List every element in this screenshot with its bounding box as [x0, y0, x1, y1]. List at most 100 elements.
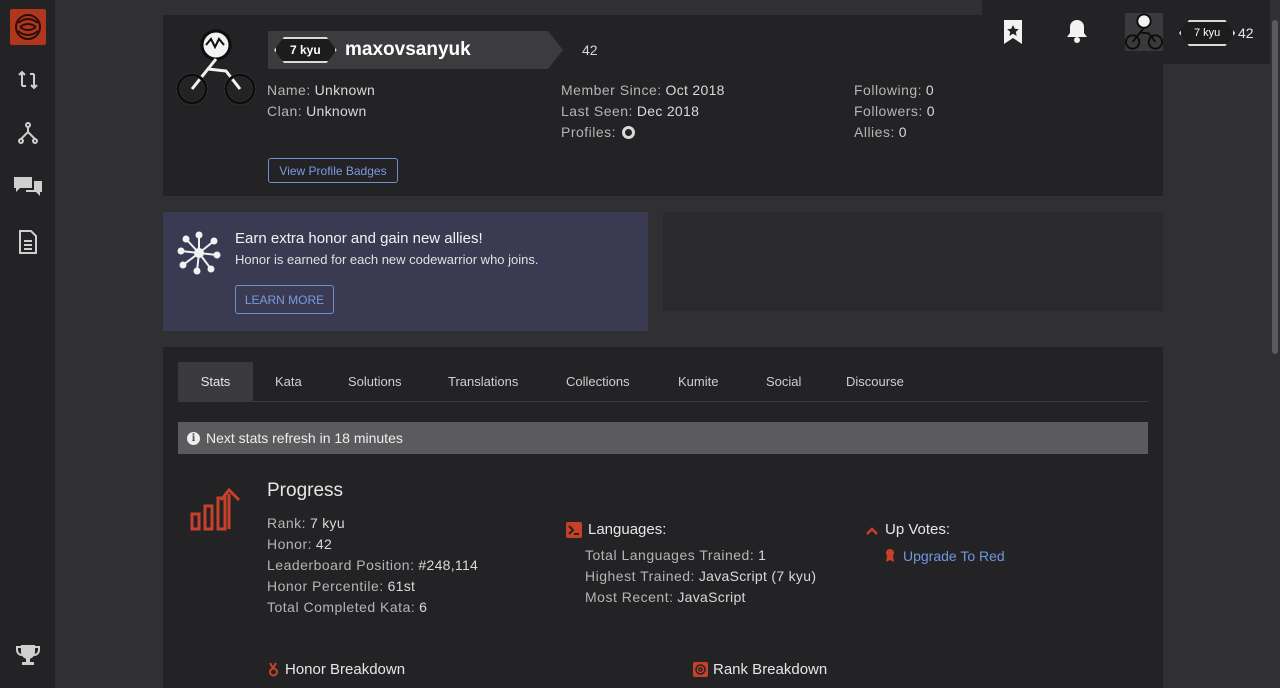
tab-label: Social	[766, 374, 802, 389]
stats-refresh-notice: i Next stats refresh in 18 minutes	[178, 422, 1148, 454]
clan-value: Unknown	[306, 103, 367, 119]
profiles-row: Profiles:	[561, 124, 635, 140]
avatar[interactable]	[176, 29, 256, 107]
page-scrollbar[interactable]	[1270, 0, 1280, 688]
name-label: Name:	[267, 82, 311, 98]
tab-label: Kumite	[678, 374, 719, 389]
username-header: 7 kyu maxovsanyuk	[268, 31, 563, 69]
rank-row: Rank: 7 kyu	[267, 515, 345, 531]
view-profile-badges-button[interactable]: View Profile Badges	[268, 158, 398, 183]
tab-stats[interactable]: Stats	[178, 362, 253, 401]
percentile-label: Honor Percentile:	[267, 578, 384, 594]
medal-icon	[268, 662, 279, 682]
progress-chart-icon	[189, 486, 243, 537]
upvotes-title: Up Votes:	[885, 521, 951, 538]
tab-solutions[interactable]: Solutions	[348, 362, 401, 401]
practice-icon[interactable]	[10, 62, 46, 98]
top-bar: 7 kyu 42	[982, 0, 1270, 64]
completed-label: Total Completed Kata:	[267, 599, 416, 615]
info-icon: i	[187, 431, 200, 445]
allies-row[interactable]: Allies: 0	[854, 124, 907, 140]
tab-social[interactable]: Social	[766, 362, 801, 401]
recent-value: JavaScript	[677, 589, 746, 605]
honor-value: 42	[315, 536, 333, 552]
trained-label: Total Languages Trained:	[585, 547, 755, 563]
tab-label: Translations	[448, 374, 519, 389]
honor-breakdown-title: Honor Breakdown	[285, 661, 406, 678]
followers-row[interactable]: Followers: 0	[854, 103, 935, 119]
award-icon	[885, 548, 895, 567]
honor-row: Honor: 42	[267, 536, 332, 552]
learn-more-button[interactable]: LEARN MORE	[235, 285, 334, 314]
rank-value: 7 kyu	[309, 515, 345, 531]
bell-icon[interactable]	[1065, 18, 1089, 49]
tab-collections[interactable]: Collections	[566, 362, 630, 401]
topbar-rank-badge[interactable]: 7 kyu	[1179, 20, 1235, 46]
chevron-up-icon	[865, 524, 879, 542]
following-row[interactable]: Following: 0	[854, 82, 934, 98]
rank-badge: 7 kyu	[274, 37, 337, 63]
username: maxovsanyuk	[345, 39, 471, 60]
bookmark-icon[interactable]	[1003, 19, 1023, 50]
promo-subtitle: Honor is earned for each new codewarrior…	[235, 252, 539, 267]
allies-label: Allies:	[854, 124, 895, 140]
tab-label: Kata	[275, 374, 302, 389]
percentile-row: Honor Percentile: 61st	[267, 578, 415, 594]
highest-trained-row: Highest Trained: JavaScript (7 kyu)	[585, 568, 816, 584]
scrollbar-thumb[interactable]	[1272, 20, 1278, 354]
leaderboard-value: #248,114	[418, 557, 479, 573]
sidebar	[0, 0, 55, 688]
honor-label: Honor:	[267, 536, 313, 552]
languages-trained-row: Total Languages Trained: 1	[585, 547, 766, 563]
recent-label: Most Recent:	[585, 589, 674, 605]
languages-title: Languages:	[588, 521, 667, 538]
following-label: Following:	[854, 82, 923, 98]
member-since-row: Member Since: Oct 2018	[561, 82, 725, 98]
sponsor-panel	[663, 212, 1163, 311]
user-avatar-small[interactable]	[1125, 13, 1163, 51]
github-icon[interactable]	[621, 126, 635, 139]
docs-icon[interactable]	[10, 224, 46, 260]
profiles-label: Profiles:	[561, 124, 617, 140]
topbar-honor: 42	[1238, 25, 1254, 41]
tab-label: Discourse	[846, 374, 904, 389]
followers-label: Followers:	[854, 103, 923, 119]
completed-value: 6	[419, 599, 428, 615]
tab-kata[interactable]: Kata	[275, 362, 302, 401]
last-seen-label: Last Seen:	[561, 103, 633, 119]
following-value: 0	[925, 82, 935, 98]
clan-label: Clan:	[267, 103, 303, 119]
leaderboard-label: Leaderboard Position:	[267, 557, 415, 573]
followers-value: 0	[926, 103, 935, 119]
tab-translations[interactable]: Translations	[448, 362, 518, 401]
last-seen-row: Last Seen: Dec 2018	[561, 103, 699, 119]
highest-label: Highest Trained:	[585, 568, 695, 584]
last-seen-value: Dec 2018	[636, 103, 700, 119]
honor-count: 42	[582, 42, 598, 58]
highest-value: JavaScript (7 kyu)	[698, 568, 817, 584]
trophy-icon[interactable]	[10, 637, 46, 673]
name-value: Unknown	[314, 82, 376, 98]
fork-icon[interactable]	[10, 115, 46, 151]
clan-row: Clan: Unknown	[267, 103, 367, 119]
referral-promo: Earn extra honor and gain new allies! Ho…	[163, 212, 648, 331]
profile-tabs: Stats Kata Solutions Translations Collec…	[178, 362, 1148, 402]
member-since-value: Oct 2018	[665, 82, 725, 98]
most-recent-row: Most Recent: JavaScript	[585, 589, 746, 605]
tab-label: Stats	[200, 374, 231, 389]
promo-title: Earn extra honor and gain new allies!	[235, 230, 483, 247]
member-since-label: Member Since:	[561, 82, 662, 98]
upgrade-to-red-link[interactable]: Upgrade To Red	[903, 548, 1005, 564]
tab-label: Solutions	[348, 374, 402, 389]
codewars-logo[interactable]	[10, 9, 46, 45]
tab-discourse[interactable]: Discourse	[846, 362, 904, 401]
target-icon	[693, 662, 708, 677]
progress-title: Progress	[267, 480, 344, 501]
tab-kumite[interactable]: Kumite	[678, 362, 718, 401]
trained-value: 1	[758, 547, 767, 563]
percentile-value: 61st	[387, 578, 416, 594]
discussion-icon[interactable]	[10, 167, 46, 203]
rank-label: Rank:	[267, 515, 307, 531]
allies-value: 0	[898, 124, 907, 140]
network-icon	[177, 231, 221, 280]
